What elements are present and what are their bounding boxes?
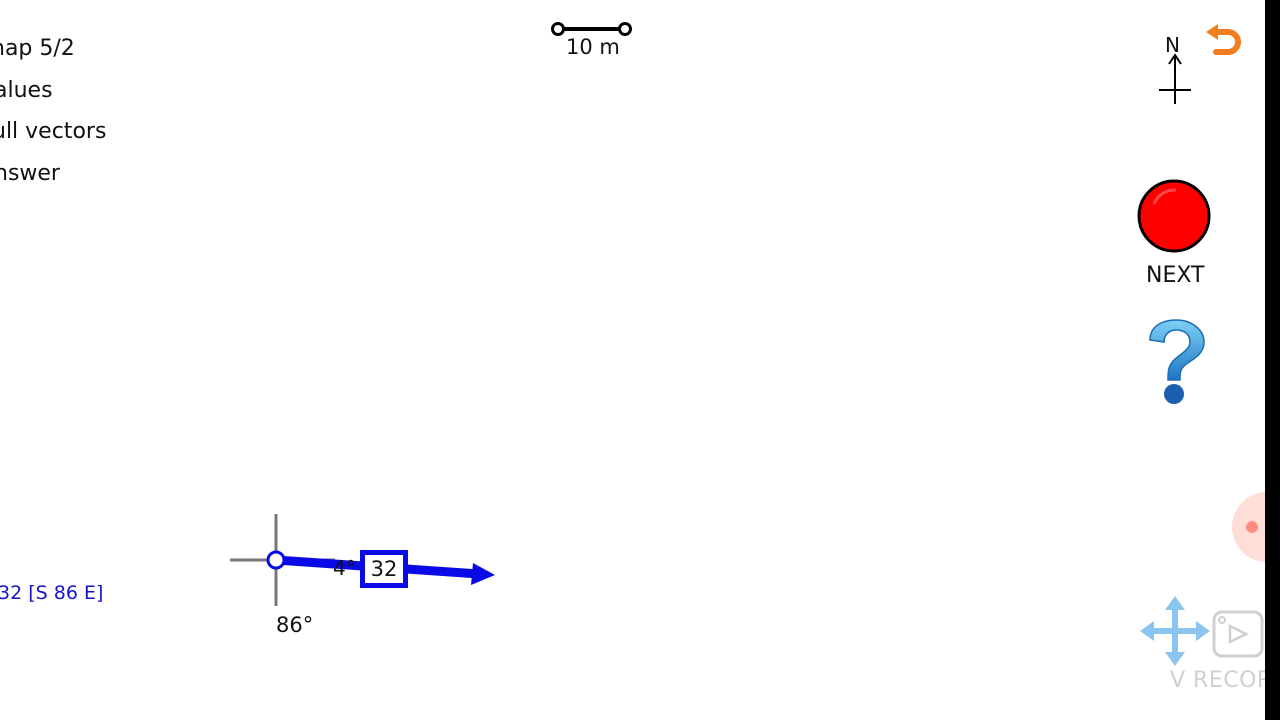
next-button[interactable] — [1136, 178, 1214, 256]
undo-arrow-icon[interactable] — [1204, 24, 1244, 60]
scale-bar-label: 10 m — [566, 35, 620, 59]
angle-label-small: 4° — [333, 556, 356, 580]
menu-item-null-vectors[interactable]: ull vectors — [0, 119, 106, 144]
vector-magnitude-box[interactable]: 32 — [360, 550, 408, 588]
right-edge-strip — [1265, 0, 1280, 720]
compass-arrow-icon — [1159, 53, 1191, 104]
vector-arrowhead — [471, 563, 495, 585]
recorder-watermark: V RECOR — [1170, 668, 1273, 693]
menu-item-map[interactable]: nap 5/2 — [0, 36, 75, 61]
menu-item-answer[interactable]: nswer — [0, 161, 60, 186]
vector-origin-handle — [266, 550, 286, 570]
next-button-label[interactable]: NEXT — [1146, 263, 1204, 288]
angle-label-large: 86° — [276, 613, 314, 637]
question-mark-icon[interactable] — [1140, 318, 1210, 408]
move-arrows-icon[interactable] — [1140, 596, 1210, 666]
answer-text: 32 [S 86 E] — [0, 582, 104, 604]
menu-item-values[interactable]: alues — [0, 78, 53, 103]
